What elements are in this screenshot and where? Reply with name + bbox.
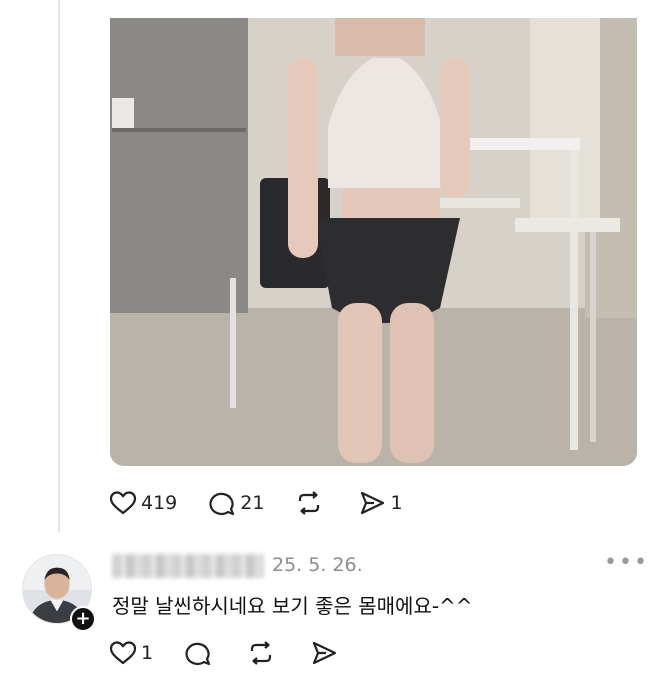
share-icon: [312, 641, 337, 665]
username-blurred[interactable]: [112, 554, 264, 578]
heart-icon: [109, 491, 137, 515]
reply-text: 정말 날씬하시네요 보기 좋은 몸매에요-^^: [112, 594, 473, 618]
like-button[interactable]: 419: [108, 488, 177, 518]
reply-like-count: 1: [141, 642, 154, 664]
repost-icon: [250, 641, 272, 665]
post-photo-image: [110, 18, 637, 466]
more-icon[interactable]: •••: [604, 550, 649, 575]
reply-like-button[interactable]: 1: [108, 638, 153, 668]
repost-icon: [299, 491, 320, 515]
reply-share-button[interactable]: [309, 638, 342, 668]
comment-icon: [209, 492, 235, 516]
like-count: 419: [141, 492, 178, 514]
reply-action-bar: 1: [108, 638, 372, 668]
comment-button[interactable]: 21: [207, 488, 264, 518]
share-count: 1: [390, 492, 403, 514]
share-button[interactable]: 1: [357, 488, 403, 518]
reply-repost-button[interactable]: [246, 638, 279, 668]
share-icon: [361, 491, 385, 515]
follow-button[interactable]: +: [70, 606, 96, 632]
repost-button[interactable]: [294, 488, 327, 518]
reply-comment-button[interactable]: [183, 638, 216, 668]
post-action-bar: 419 21 1: [108, 488, 433, 518]
heart-icon: [109, 641, 137, 665]
reply-timestamp: 25. 5. 26.: [272, 554, 363, 576]
post-photo[interactable]: [110, 18, 637, 466]
comment-count: 21: [240, 492, 265, 514]
thread-line: [58, 0, 60, 532]
comment-icon: [185, 642, 211, 666]
